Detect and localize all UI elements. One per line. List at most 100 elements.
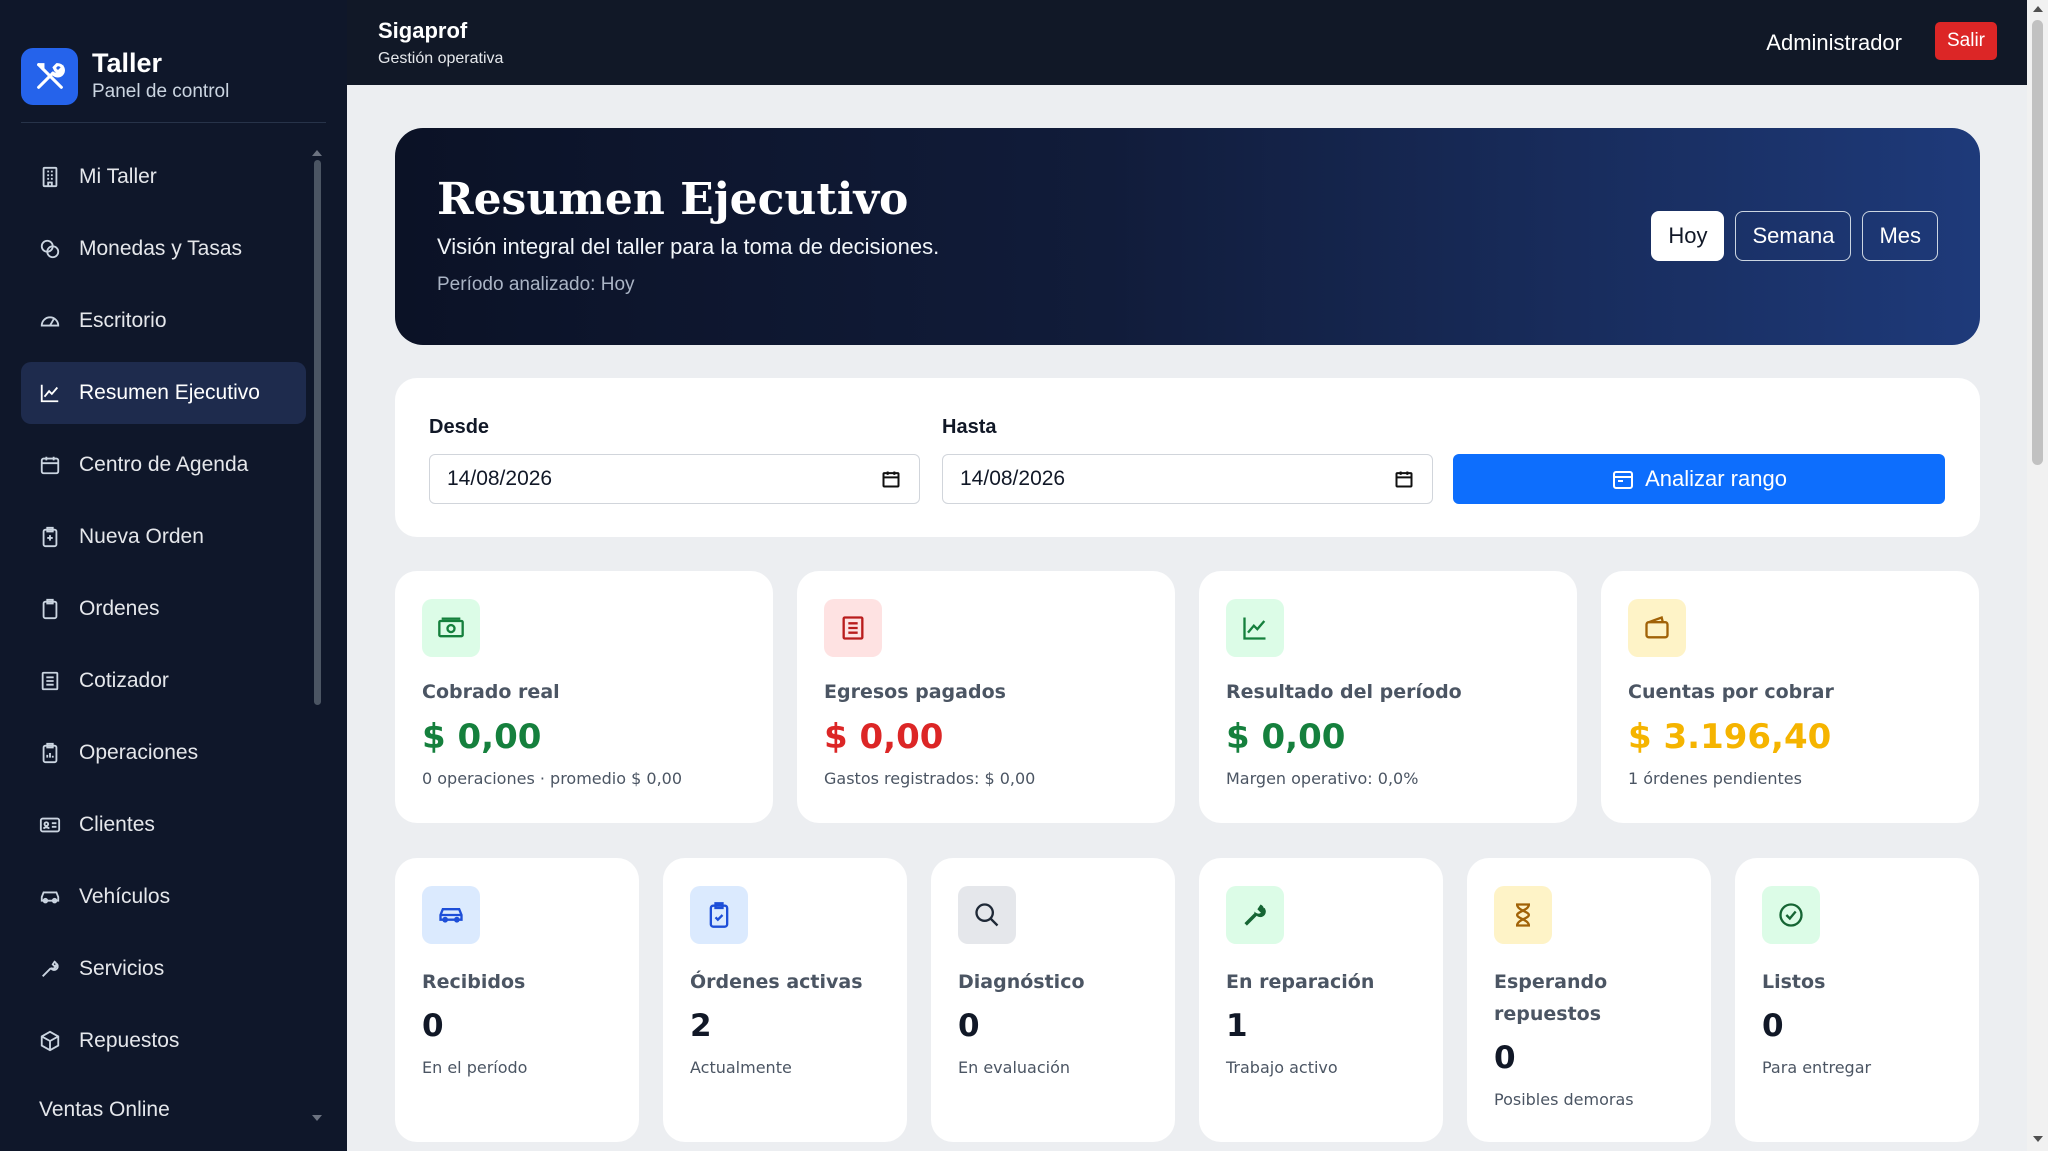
sidebar-item-cotizador[interactable]: Cotizador — [21, 650, 306, 712]
status-card-en-reparacion: En reparación 1 Trabajo activo — [1199, 858, 1443, 1142]
sidebar-item-servicios[interactable]: Servicios — [21, 938, 306, 1000]
sidebar-item-mi-taller[interactable]: Mi Taller — [21, 146, 306, 208]
tools-icon — [21, 47, 78, 105]
calendar-icon[interactable] — [1394, 469, 1414, 489]
topbar: Sigaprof Gestión operativa Administrador… — [347, 0, 2027, 85]
kpi-note: Gastos registrados: $ 0,00 — [824, 769, 1036, 788]
sidebar-item-ventas-online[interactable]: Ventas Online — [21, 1082, 306, 1122]
logout-button[interactable]: Salir — [1934, 22, 1997, 60]
status-card-esperando-repuestos: Esperando repuestos 0 Posibles demoras — [1467, 858, 1711, 1142]
car-icon — [422, 886, 480, 944]
sidebar-item-repuestos[interactable]: Repuestos — [21, 1010, 306, 1072]
sidebar-item-label: Mi Taller — [79, 165, 157, 188]
kpi-value: $ 3.196,40 — [1628, 717, 1832, 757]
scrollbar-thumb[interactable] — [2032, 20, 2043, 465]
sidebar-item-ordenes[interactable]: Ordenes — [21, 578, 306, 640]
sidebar-nav: Mi Taller Monedas y Tasas Escritorio Res… — [21, 146, 306, 1132]
calendar-range-icon — [1613, 471, 1634, 489]
kpi-card-egresos: Egresos pagados $ 0,00 Gastos registrado… — [797, 571, 1175, 823]
kpi-card-cobrado: Cobrado real $ 0,00 0 operaciones · prom… — [395, 571, 773, 823]
status-value: 0 — [422, 1008, 444, 1044]
kpi-value: $ 0,00 — [824, 717, 944, 757]
status-label: Órdenes activas — [690, 971, 863, 993]
period-month-button[interactable]: Mes — [1862, 211, 1938, 261]
wrench-icon — [42, 960, 59, 977]
sidebar-item-label: Monedas y Tasas — [79, 237, 243, 260]
person-card-icon — [39, 817, 61, 833]
status-note: En evaluación — [958, 1058, 1071, 1077]
kpi-value: $ 0,00 — [1226, 717, 1346, 757]
clipboard-plus-icon — [42, 526, 58, 548]
status-card-diagnostico: Diagnóstico 0 En evaluación — [931, 858, 1175, 1142]
analyze-range-button[interactable]: Analizar rango — [1453, 454, 1945, 504]
to-date-value: 14/08/2026 — [960, 467, 1066, 490]
sidebar-item-label: Vehículos — [79, 885, 171, 908]
brand-subtitle: Panel de control — [92, 81, 230, 102]
status-label: En reparación — [1226, 971, 1375, 993]
wallet-icon — [1628, 599, 1686, 657]
sidebar-item-resumen-ejecutivo[interactable]: Resumen Ejecutivo — [21, 362, 306, 424]
kpi-note: 0 operaciones · promedio $ 0,00 — [422, 769, 683, 788]
calendar-icon — [40, 456, 60, 475]
box-icon — [40, 1030, 60, 1052]
date-range-filter: Desde 14/08/2026 Hasta 14/08/2026 Analiz… — [395, 378, 1980, 537]
sidebar-item-label: Servicios — [79, 957, 165, 980]
sidebar-item-monedas[interactable]: Monedas y Tasas — [21, 218, 306, 280]
sidebar-item-label: Escritorio — [79, 309, 167, 332]
check-circle-icon — [1762, 886, 1820, 944]
status-value: 1 — [1226, 1008, 1248, 1044]
brand-title: Taller — [92, 48, 163, 78]
clipboard-icon — [42, 598, 58, 620]
sidebar-item-label: Clientes — [79, 813, 155, 836]
sidebar-scroll-up[interactable] — [312, 150, 322, 156]
status-note: Actualmente — [690, 1058, 792, 1077]
sidebar-item-escritorio[interactable]: Escritorio — [21, 290, 306, 352]
sidebar-scroll-down[interactable] — [312, 1115, 322, 1121]
hero-banner: Resumen Ejecutivo Visión integral del ta… — [395, 128, 1980, 345]
period-label: Período analizado: Hoy — [437, 274, 635, 295]
scroll-up-arrow[interactable] — [2033, 6, 2043, 12]
kpi-value: $ 0,00 — [422, 717, 542, 757]
kpi-note: Margen operativo: 0,0% — [1226, 769, 1419, 788]
app-subtitle: Gestión operativa — [378, 50, 504, 67]
status-label: Recibidos — [422, 971, 526, 993]
sidebar-item-label: Cotizador — [79, 669, 169, 692]
brand: Taller Panel de control — [21, 0, 326, 123]
sidebar-item-operaciones[interactable]: Operaciones — [21, 722, 306, 784]
period-today-button[interactable]: Hoy — [1651, 211, 1725, 261]
status-value: 0 — [1762, 1008, 1784, 1044]
graph-up-icon — [40, 384, 59, 403]
status-note: Trabajo activo — [1226, 1058, 1338, 1077]
status-label: Diagnóstico — [958, 971, 1085, 993]
app-name: Sigaprof — [378, 18, 468, 43]
sidebar-item-clientes[interactable]: Clientes — [21, 794, 306, 856]
status-value: 0 — [1494, 1040, 1516, 1076]
status-label: Esperando repuestos — [1494, 971, 1608, 1025]
page-scrollbar[interactable] — [2027, 0, 2048, 1151]
sidebar-scrollbar[interactable] — [314, 160, 321, 705]
to-date-input[interactable]: 14/08/2026 — [942, 454, 1433, 504]
sidebar-item-label: Repuestos — [79, 1029, 180, 1052]
status-note: En el período — [422, 1058, 528, 1077]
to-label: Hasta — [942, 416, 997, 438]
from-date-input[interactable]: 14/08/2026 — [429, 454, 920, 504]
analyze-range-label: Analizar rango — [1645, 466, 1787, 491]
search-icon — [958, 886, 1016, 944]
building-icon — [42, 166, 58, 188]
sidebar-item-nueva-orden[interactable]: Nueva Orden — [21, 506, 306, 568]
sidebar-item-centro-agenda[interactable]: Centro de Agenda — [21, 434, 306, 496]
sidebar-item-vehiculos[interactable]: Vehículos — [21, 866, 306, 928]
period-week-button[interactable]: Semana — [1735, 211, 1852, 261]
speedometer-icon — [40, 316, 60, 327]
kpi-label: Resultado del período — [1226, 681, 1462, 703]
calendar-icon[interactable] — [881, 469, 901, 489]
sidebar-item-label: Resumen Ejecutivo — [79, 381, 260, 404]
clipboard-data-icon — [42, 742, 58, 764]
sidebar-item-label: Ventas Online — [39, 1098, 170, 1121]
status-value: 0 — [958, 1008, 980, 1044]
scroll-down-arrow[interactable] — [2033, 1136, 2043, 1142]
kpi-note: 1 órdenes pendientes — [1628, 769, 1802, 788]
status-card-ordenes-activas: Órdenes activas 2 Actualmente — [663, 858, 907, 1142]
sidebar-item-label: Ordenes — [79, 597, 160, 620]
user-name: Administrador — [1766, 30, 1902, 55]
